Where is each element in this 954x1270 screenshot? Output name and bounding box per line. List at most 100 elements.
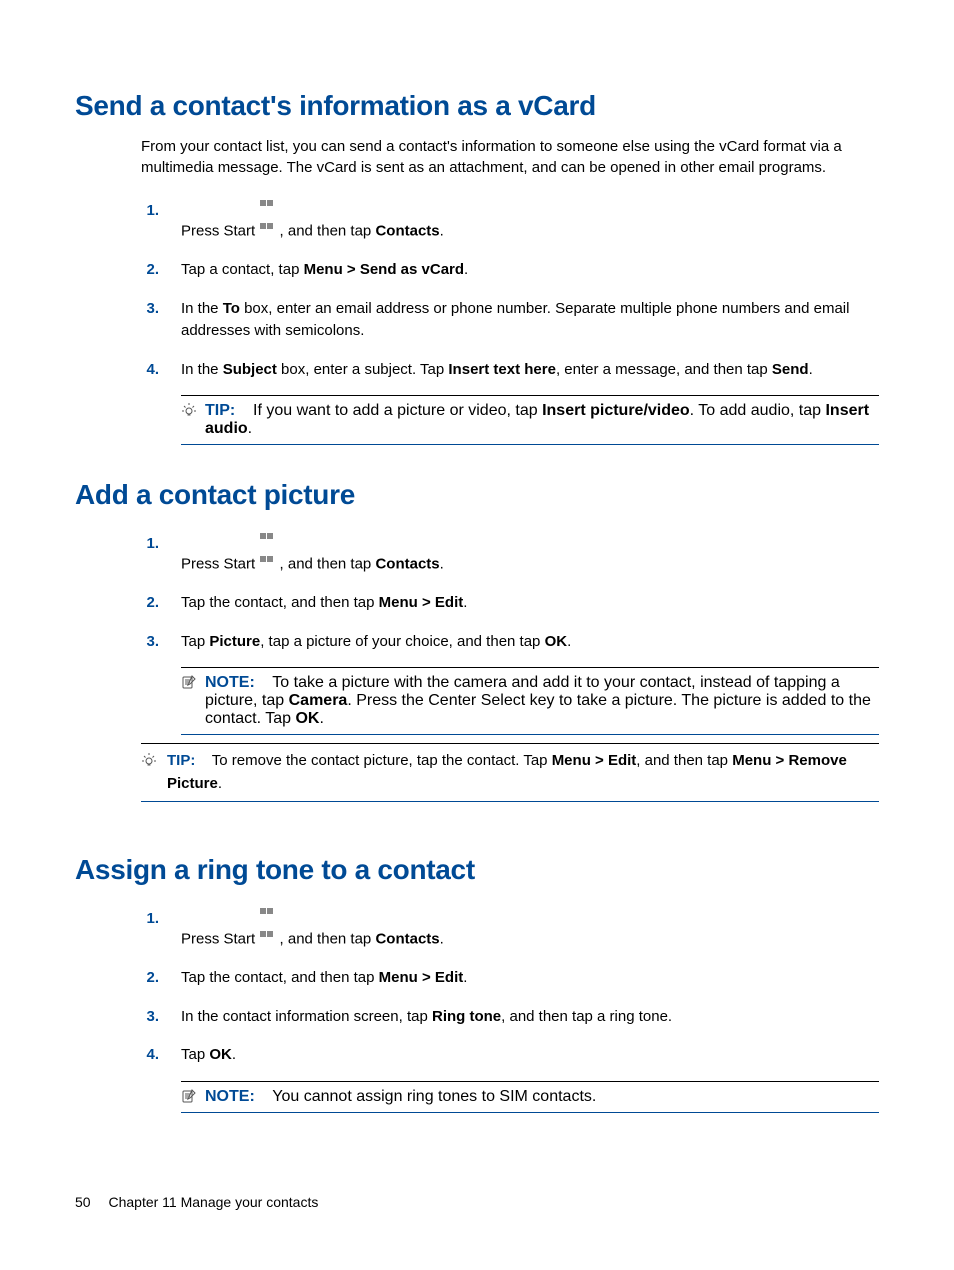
text: . — [232, 1046, 236, 1063]
list-item: 3. Tap Picture, tap a picture of your ch… — [141, 623, 879, 662]
step-number: 2. — [141, 259, 159, 282]
text: . — [464, 261, 468, 278]
text: , and then tap — [280, 556, 376, 573]
text-bold: Menu > Edit — [379, 969, 464, 986]
text-bold: Contacts — [375, 223, 439, 240]
text: Press Start — [181, 931, 259, 948]
step-text: Tap the contact, and then tap Menu > Edi… — [181, 967, 879, 990]
step-number: 4. — [141, 1044, 159, 1067]
step-text: In the To box, enter an email address or… — [181, 298, 879, 343]
step-number: 2. — [141, 592, 159, 615]
text: . — [440, 556, 444, 573]
tip-text: TIP: If you want to add a picture or vid… — [205, 402, 879, 438]
chapter-label: Chapter 11 Manage your contacts — [108, 1194, 318, 1210]
text-bold: Menu > Edit — [379, 594, 464, 611]
tip-text: TIP: To remove the contact picture, tap … — [167, 750, 879, 795]
note-text: NOTE: To take a picture with the camera … — [205, 674, 879, 728]
text-bold: Contacts — [375, 556, 439, 573]
text: Press Start — [181, 556, 259, 573]
tip-callout: TIP: To remove the contact picture, tap … — [141, 743, 879, 802]
text: In the — [181, 361, 223, 378]
step-number: 4. — [141, 359, 159, 382]
note-callout: NOTE: To take a picture with the camera … — [181, 667, 879, 735]
text: . — [319, 710, 323, 727]
step-text: In the Subject box, enter a subject. Tap… — [181, 359, 879, 382]
step-text: Tap a contact, tap Menu > Send as vCard. — [181, 259, 879, 282]
steps-ring-tone: 1. Press Start , and then tap Contacts. … — [75, 900, 879, 1075]
page-number: 50 — [75, 1194, 91, 1210]
text-bold: Menu > Edit — [552, 752, 637, 769]
text: . — [567, 633, 571, 650]
text: If you want to add a picture or video, t… — [253, 402, 542, 419]
note-text: NOTE: You cannot assign ring tones to SI… — [205, 1088, 596, 1106]
list-item: 3. In the contact information screen, ta… — [141, 998, 879, 1037]
text: , enter a message, and then tap — [556, 361, 772, 378]
text: . — [218, 775, 222, 792]
list-item: 4. Tap OK. — [141, 1036, 879, 1075]
text-bold: OK — [209, 1046, 232, 1063]
heading-ring-tone: Assign a ring tone to a contact — [75, 854, 879, 886]
list-item: 1. Press Start , and then tap Contacts. — [141, 525, 879, 584]
steps-send-vcard: 1. Press Start , and then tap Contacts. … — [75, 192, 879, 389]
text: Tap a contact, tap — [181, 261, 304, 278]
step-number: 3. — [141, 1006, 159, 1029]
windows-start-icon — [260, 908, 274, 922]
step-text: In the contact information screen, tap R… — [181, 1006, 879, 1029]
list-item: 2. Tap the contact, and then tap Menu > … — [141, 584, 879, 623]
tip-icon — [181, 402, 197, 438]
step-number: 1. — [141, 908, 159, 931]
step-number: 1. — [141, 200, 159, 223]
note-label: NOTE: — [205, 1088, 255, 1105]
tip-icon — [141, 752, 159, 795]
text: . To add audio, tap — [690, 402, 826, 419]
text: , and then tap a ring tone. — [501, 1008, 672, 1025]
note-icon — [181, 1088, 197, 1106]
step-number: 2. — [141, 967, 159, 990]
list-item: 4. In the Subject box, enter a subject. … — [141, 351, 879, 390]
text: To remove the contact picture, tap the c… — [212, 752, 552, 769]
text-bold: Picture — [209, 633, 260, 650]
text: . — [440, 931, 444, 948]
step-text: Tap Picture, tap a picture of your choic… — [181, 631, 879, 654]
text: box, enter an email address or phone num… — [181, 300, 849, 340]
text-bold: OK — [295, 710, 319, 727]
text: , and then tap — [280, 931, 376, 948]
note-icon — [181, 674, 197, 728]
list-item: 2. Tap a contact, tap Menu > Send as vCa… — [141, 251, 879, 290]
windows-start-icon — [260, 200, 274, 214]
heading-add-picture: Add a contact picture — [75, 479, 879, 511]
text: Tap — [181, 633, 209, 650]
step-text: Tap the contact, and then tap Menu > Edi… — [181, 592, 879, 615]
step-text: Tap OK. — [181, 1044, 879, 1067]
text-bold: Ring tone — [432, 1008, 501, 1025]
text: Tap — [181, 1046, 209, 1063]
step-number: 1. — [141, 533, 159, 556]
text: box, enter a subject. Tap — [277, 361, 449, 378]
tip-label: TIP: — [205, 402, 235, 419]
text: , and then tap — [280, 223, 376, 240]
text: . — [809, 361, 813, 378]
text: Tap the contact, and then tap — [181, 594, 379, 611]
text: Tap the contact, and then tap — [181, 969, 379, 986]
text-bold: Subject — [223, 361, 277, 378]
text-bold: Contacts — [375, 931, 439, 948]
text-bold: To — [223, 300, 240, 317]
text: , tap a picture of your choice, and then… — [260, 633, 544, 650]
text: In the — [181, 300, 223, 317]
text-bold: Send — [772, 361, 809, 378]
step-text: Press Start , and then tap Contacts. — [181, 908, 879, 951]
page-footer: 50 Chapter 11 Manage your contacts — [75, 1194, 318, 1210]
list-item: 1. Press Start , and then tap Contacts. — [141, 900, 879, 959]
text: , and then tap — [636, 752, 732, 769]
step-number: 3. — [141, 631, 159, 654]
step-number: 3. — [141, 298, 159, 321]
heading-send-vcard: Send a contact's information as a vCard — [75, 90, 879, 122]
list-item: 3. In the To box, enter an email address… — [141, 290, 879, 351]
list-item: 1. Press Start , and then tap Contacts. — [141, 192, 879, 251]
text-bold: Menu > Send as vCard — [304, 261, 464, 278]
intro-send-vcard: From your contact list, you can send a c… — [75, 136, 879, 178]
text-bold: Insert text here — [448, 361, 556, 378]
tip-callout: TIP: If you want to add a picture or vid… — [181, 395, 879, 445]
text: . — [440, 223, 444, 240]
text: . — [463, 594, 467, 611]
